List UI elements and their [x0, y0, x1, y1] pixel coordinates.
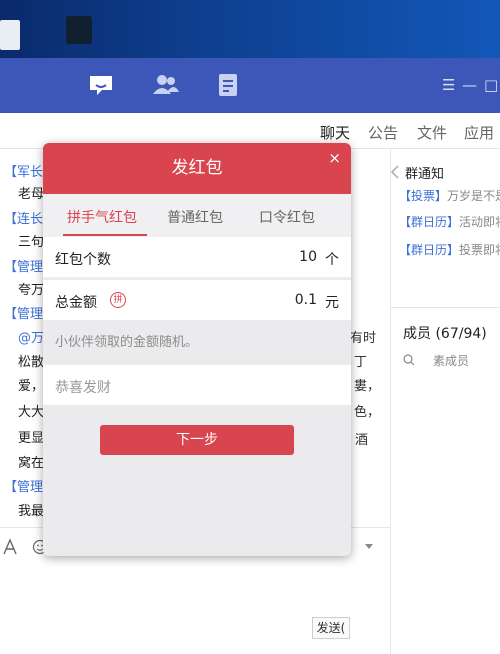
chat-fragment: 婁， — [354, 379, 381, 394]
chat-icon[interactable] — [86, 70, 116, 100]
notice-item[interactable]: 【群日历】投票即将 — [399, 241, 500, 258]
amount-unit: 元 — [325, 295, 339, 311]
envelope-type-tabs: 拼手气红包 普通红包 口令红包 — [43, 194, 351, 237]
tab-normal-envelope[interactable]: 普通红包 — [167, 207, 223, 227]
desktop-background — [0, 0, 500, 58]
chat-line: 三句 — [18, 235, 45, 250]
chat-line: 松散 — [18, 355, 45, 370]
envelope-count-row[interactable]: 红包个数 10 个 — [43, 237, 351, 277]
collapse-arrow-icon[interactable] — [390, 165, 400, 179]
notice-tag: 【投票】 — [399, 189, 448, 203]
dialog-title: 发红包 — [171, 158, 223, 178]
row-divider — [43, 277, 351, 278]
red-envelope-dialog: 发红包 × 拼手气红包 普通红包 口令红包 红包个数 10 个 总金额 拼 0.… — [43, 143, 351, 556]
document-list-icon[interactable] — [213, 70, 243, 100]
member-search-input[interactable]: 素成员 — [433, 352, 469, 369]
chat-fragment: 有时 — [350, 331, 377, 346]
close-icon[interactable]: × — [328, 151, 341, 166]
contacts-icon[interactable] — [150, 70, 180, 100]
chat-line: 更显 — [18, 431, 45, 446]
search-icon[interactable] — [403, 354, 415, 366]
notice-text: 投票即将 — [459, 243, 500, 257]
lucky-badge: 拼 — [110, 292, 126, 308]
group-side-panel: 群通知 【投票】万岁是不是 【群日历】活动即将 【群日历】投票即将 成员 (67… — [390, 149, 500, 654]
notice-item[interactable]: 【投票】万岁是不是 — [399, 187, 500, 204]
greeting-row[interactable]: 恭喜发财 — [43, 365, 351, 405]
tab-lucky-envelope[interactable]: 拼手气红包 — [67, 207, 137, 227]
panel-divider — [391, 307, 500, 308]
count-input[interactable]: 10 — [299, 249, 317, 265]
chevron-down-icon[interactable] — [365, 544, 373, 550]
members-title: 成员 (67/94) — [403, 326, 487, 342]
dialog-header: 发红包 × — [43, 143, 351, 194]
notice-tag: 【群日历】 — [399, 243, 460, 257]
chat-fragment: 色， — [354, 405, 381, 420]
minimize-icon[interactable]: — — [462, 76, 477, 94]
menu-icon[interactable]: ☰ — [442, 76, 455, 94]
app-titlebar: ☰ — □ — [0, 58, 500, 113]
notice-tag: 【群日历】 — [399, 215, 460, 229]
chat-line: @万 — [18, 327, 44, 346]
font-icon[interactable] — [2, 538, 18, 556]
notice-item[interactable]: 【群日历】活动即将 — [399, 213, 500, 230]
chat-fragment: 酒 — [355, 433, 369, 448]
count-label: 红包个数 — [55, 252, 111, 268]
tab-apps[interactable]: 应用 — [464, 122, 494, 143]
active-tab-indicator — [63, 234, 147, 236]
send-button[interactable]: 发送( — [312, 617, 350, 639]
next-step-button[interactable]: 下一步 — [100, 425, 294, 455]
amount-label: 总金额 — [55, 295, 97, 311]
mention-link[interactable]: @万 — [18, 331, 44, 346]
tab-password-envelope[interactable]: 口令红包 — [259, 207, 315, 227]
chat-line: 夸万 — [18, 283, 45, 298]
document-icon[interactable] — [0, 20, 20, 50]
tab-files[interactable]: 文件 — [417, 122, 447, 143]
notice-text: 万岁是不是 — [447, 189, 500, 203]
chat-line: 我最 — [18, 504, 45, 519]
tab-chat[interactable]: 聊天 — [320, 122, 350, 143]
random-amount-hint: 小伙伴领取的金额随机。 — [55, 335, 199, 350]
total-amount-row[interactable]: 总金额 拼 0.1 元 — [43, 280, 351, 320]
chat-fragment: 丁 — [354, 355, 368, 370]
notice-title: 群通知 — [405, 167, 445, 182]
chat-line: 窝在 — [18, 456, 45, 471]
count-unit: 个 — [325, 252, 339, 268]
greeting-input[interactable]: 恭喜发财 — [55, 377, 111, 397]
app-shortcut-icon[interactable] — [66, 16, 92, 44]
chat-line: 老母 — [18, 187, 45, 202]
notice-text: 活动即将 — [459, 215, 500, 229]
maximize-icon[interactable]: □ — [484, 76, 498, 94]
chat-line: 大大 — [18, 405, 45, 420]
amount-input[interactable]: 0.1 — [295, 292, 317, 308]
chat-line: 爱， — [18, 379, 45, 394]
tab-announcement[interactable]: 公告 — [368, 122, 398, 143]
